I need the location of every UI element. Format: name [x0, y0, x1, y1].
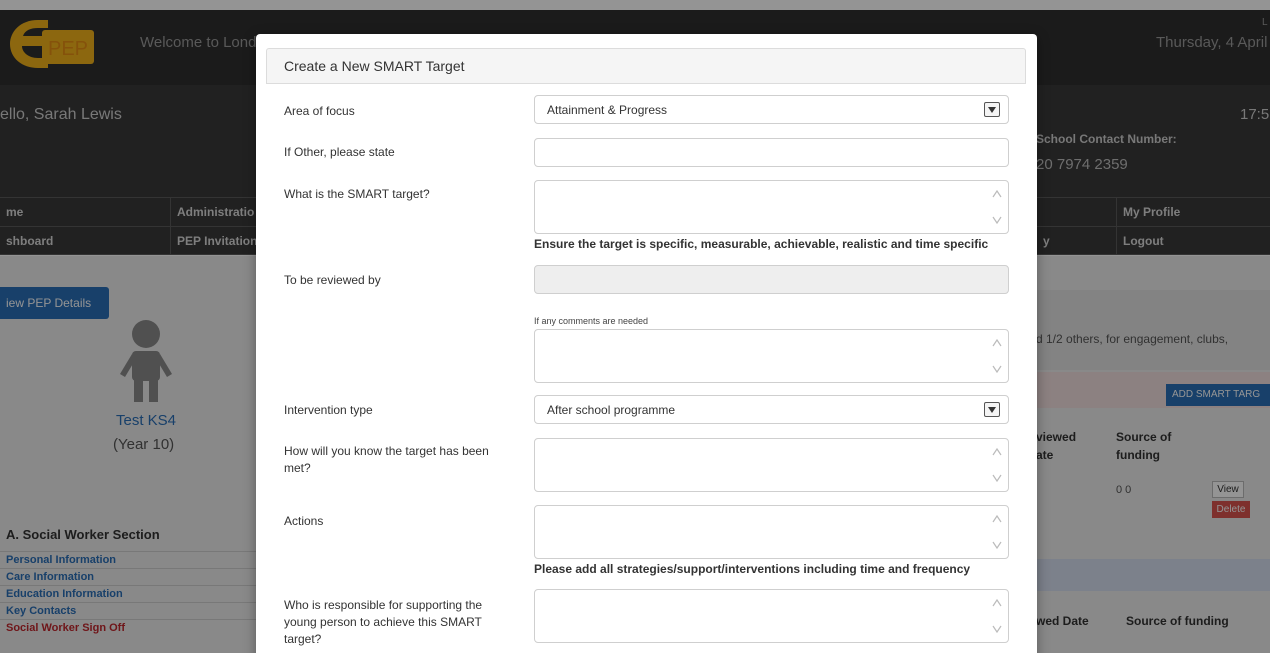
area-of-focus-label: Area of focus: [284, 104, 355, 118]
intervention-type-select[interactable]: After school programme: [534, 395, 1009, 424]
textarea-scroll-icon[interactable]: [992, 594, 1002, 639]
create-smart-target-modal: Create a New SMART Target Area of focus …: [256, 34, 1037, 653]
chevron-down-icon: [984, 402, 1000, 417]
responsible-textarea[interactable]: [534, 589, 1009, 643]
smart-target-textarea[interactable]: [534, 180, 1009, 234]
textarea-scroll-icon[interactable]: [992, 185, 1002, 230]
actions-hint: Please add all strategies/support/interv…: [534, 562, 971, 576]
smart-target-label: What is the SMART target?: [284, 187, 430, 201]
target-met-textarea[interactable]: [534, 438, 1009, 492]
textarea-scroll-icon[interactable]: [992, 510, 1002, 555]
if-other-input[interactable]: [534, 138, 1009, 167]
modal-header: Create a New SMART Target: [266, 48, 1026, 84]
modal-title: Create a New SMART Target: [284, 58, 465, 74]
comments-hint: If any comments are needed: [534, 316, 649, 326]
intervention-type-value: After school programme: [547, 403, 676, 417]
chevron-down-icon: [984, 102, 1000, 117]
actions-textarea[interactable]: [534, 505, 1009, 559]
target-met-label: How will you know the target has been me…: [284, 444, 489, 475]
comments-textarea[interactable]: [534, 329, 1009, 383]
responsible-label: Who is responsible for supporting the yo…: [284, 598, 483, 646]
area-of-focus-select[interactable]: Attainment & Progress: [534, 95, 1009, 124]
textarea-scroll-icon[interactable]: [992, 443, 1002, 488]
reviewed-by-label: To be reviewed by: [284, 273, 381, 287]
actions-label: Actions: [284, 514, 324, 528]
if-other-label: If Other, please state: [284, 145, 395, 159]
area-of-focus-value: Attainment & Progress: [547, 103, 668, 117]
reviewed-by-input: [534, 265, 1009, 294]
intervention-type-label: Intervention type: [284, 403, 373, 417]
smart-target-hint: Ensure the target is specific, measurabl…: [534, 237, 989, 251]
textarea-scroll-icon[interactable]: [992, 334, 1002, 379]
